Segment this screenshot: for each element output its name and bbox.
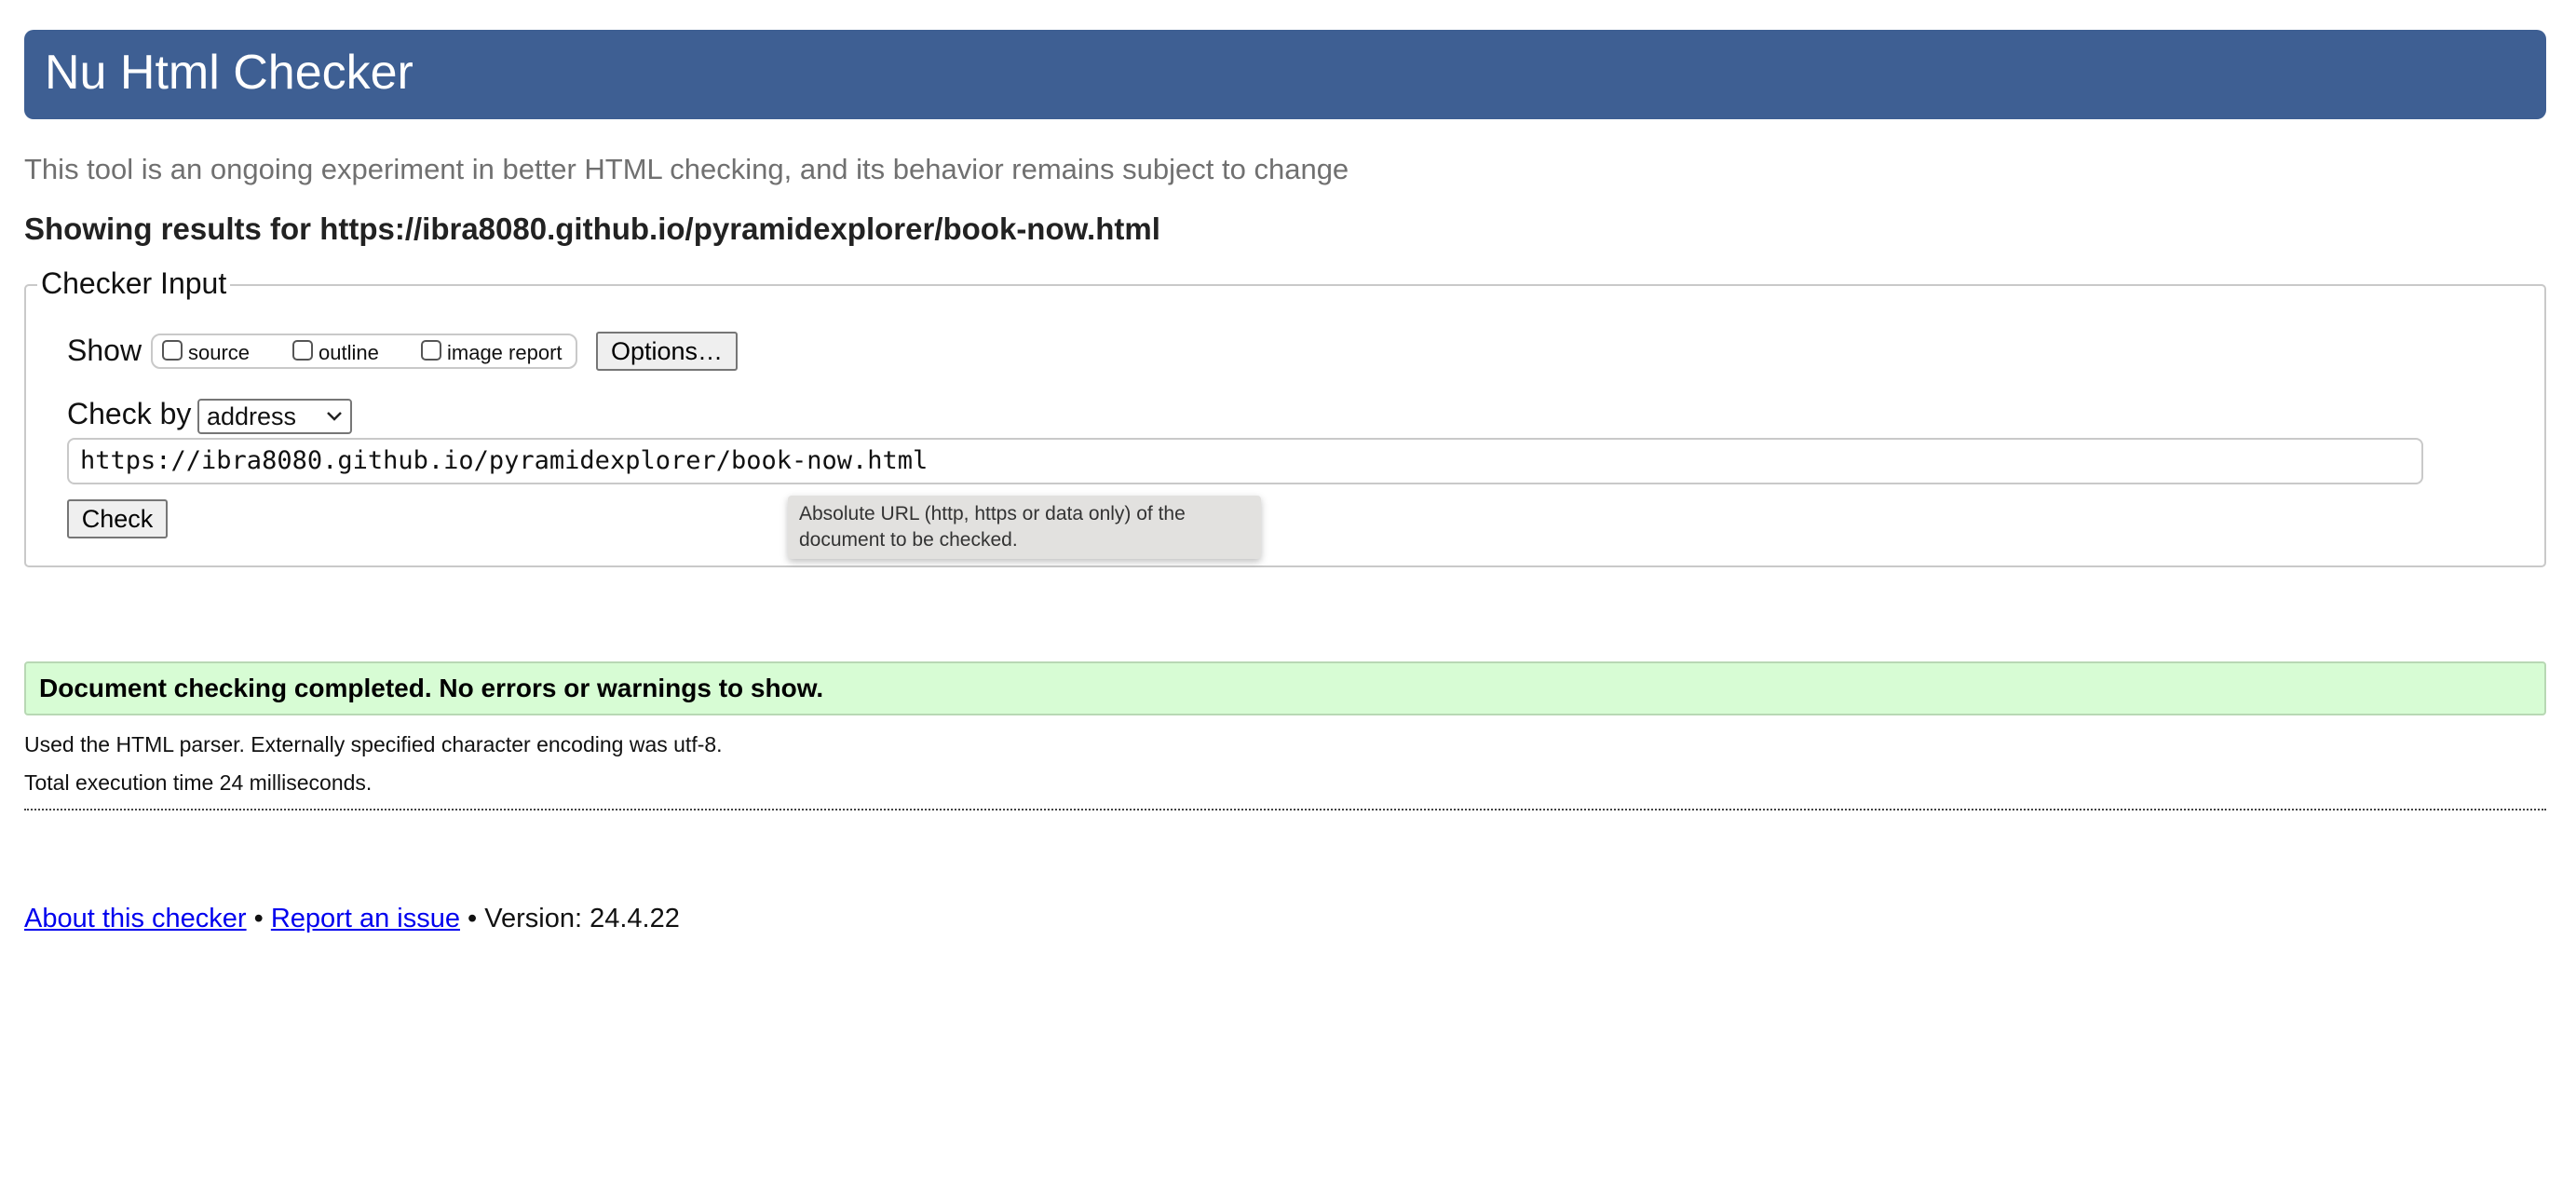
image-report-checkbox[interactable] (421, 340, 441, 361)
footer-separator-1: • (253, 904, 264, 933)
execution-time: Total execution time 24 milliseconds. (24, 770, 373, 795)
show-outline-option[interactable]: outline (292, 339, 379, 367)
page: Nu Html Checker This tool is an ongoing … (0, 0, 2576, 1185)
result-status-banner: Document checking completed. No errors o… (24, 661, 2546, 715)
report-issue-link[interactable]: Report an issue (271, 904, 460, 933)
image-report-checkbox-label: image report (447, 341, 563, 364)
header-banner: Nu Html Checker (24, 30, 2546, 119)
tagline: This tool is an ongoing experiment in be… (24, 153, 1349, 185)
outline-checkbox-label: outline (319, 341, 379, 364)
parser-info: Used the HTML parser. Externally specifi… (24, 732, 723, 756)
check-by-label: Check by (67, 397, 192, 430)
version-text: Version: 24.4.22 (484, 904, 680, 933)
outline-checkbox[interactable] (292, 340, 313, 361)
show-source-option[interactable]: source (162, 339, 250, 367)
chevron-down-icon (327, 412, 342, 421)
source-checkbox[interactable] (162, 340, 183, 361)
show-label: Show (67, 334, 142, 367)
footer-separator-2: • (468, 904, 478, 933)
checker-input-legend: Checker Input (37, 261, 231, 306)
showing-results-heading: Showing results for https://ibra8080.git… (24, 211, 1160, 246)
checker-input-fieldset (24, 284, 2546, 567)
show-image-report-option[interactable]: image report (421, 339, 563, 367)
check-by-selected-value: address (207, 402, 297, 430)
url-input-tooltip: Absolute URL (http, https or data only) … (788, 496, 1261, 559)
source-checkbox-label: source (188, 341, 251, 364)
page-title: Nu Html Checker (45, 46, 414, 100)
options-button[interactable]: Options… (596, 332, 738, 371)
dotted-divider (24, 809, 2546, 810)
footer: About this checker • Report an issue • V… (24, 902, 680, 935)
show-options-group: source outline image report (151, 334, 577, 369)
about-checker-link[interactable]: About this checker (24, 904, 247, 933)
url-input[interactable]: https://ibra8080.github.io/pyramidexplor… (67, 438, 2423, 484)
check-button[interactable]: Check (67, 499, 168, 538)
check-by-select[interactable]: address (197, 399, 352, 434)
